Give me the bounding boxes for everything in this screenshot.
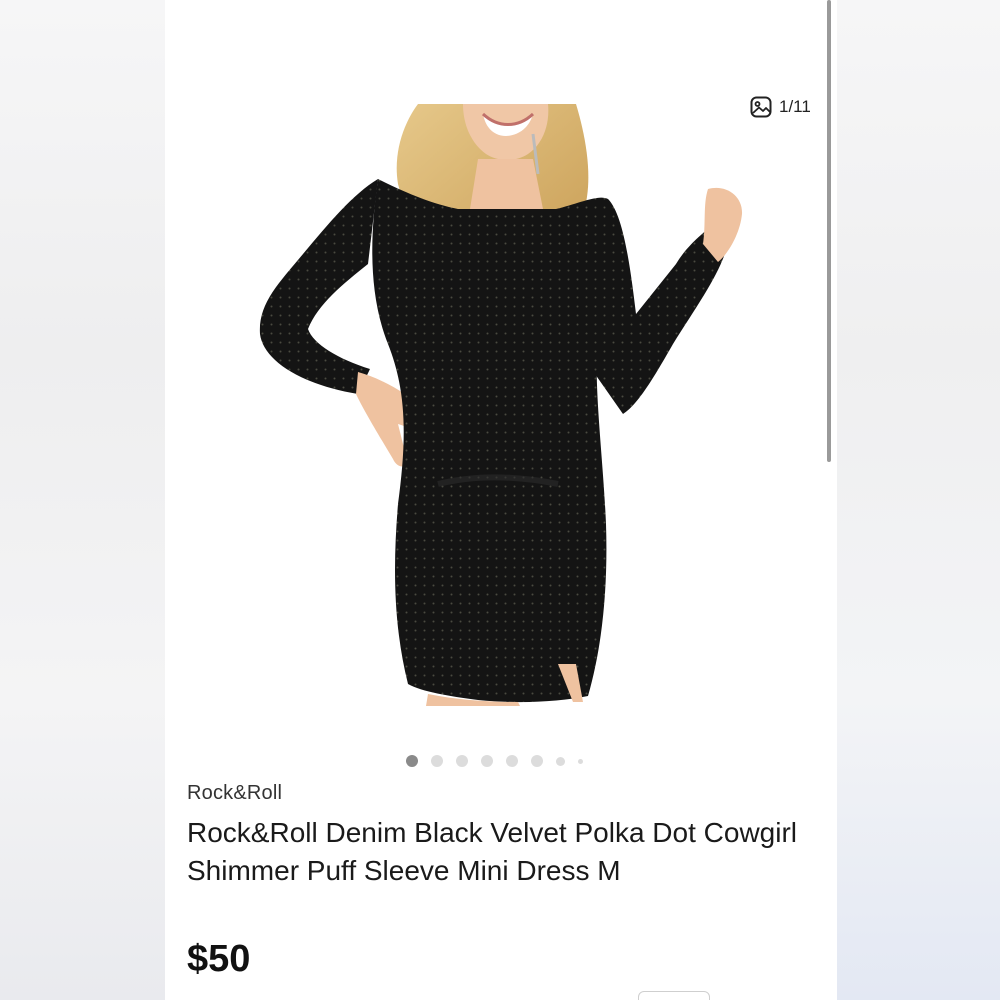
size-chip[interactable] [638,991,710,1000]
photo-counter-text: 1/11 [779,97,811,116]
blurred-background-right [837,0,1000,1000]
carousel-pagination[interactable] [406,755,596,767]
carousel-dot[interactable] [431,755,443,767]
scrollbar[interactable] [827,0,831,462]
carousel-dot[interactable] [506,755,518,767]
carousel-dot[interactable] [481,755,493,767]
listing-price: $50 [187,938,251,980]
listing-title: Rock&Roll Denim Black Velvet Polka Dot C… [187,817,797,886]
dress-illustration [259,104,743,706]
photo-counter: 1/11 [749,94,811,120]
carousel-dot[interactable] [531,755,543,767]
blurred-background-left [0,0,165,1000]
product-photo[interactable] [258,104,744,706]
image-gallery-icon [749,95,773,119]
carousel-dot-active[interactable] [406,755,418,767]
carousel-dot[interactable] [578,758,583,764]
brand-link[interactable]: Rock&Roll [187,782,282,805]
carousel-dot[interactable] [456,755,468,767]
carousel-dot[interactable] [556,756,565,766]
